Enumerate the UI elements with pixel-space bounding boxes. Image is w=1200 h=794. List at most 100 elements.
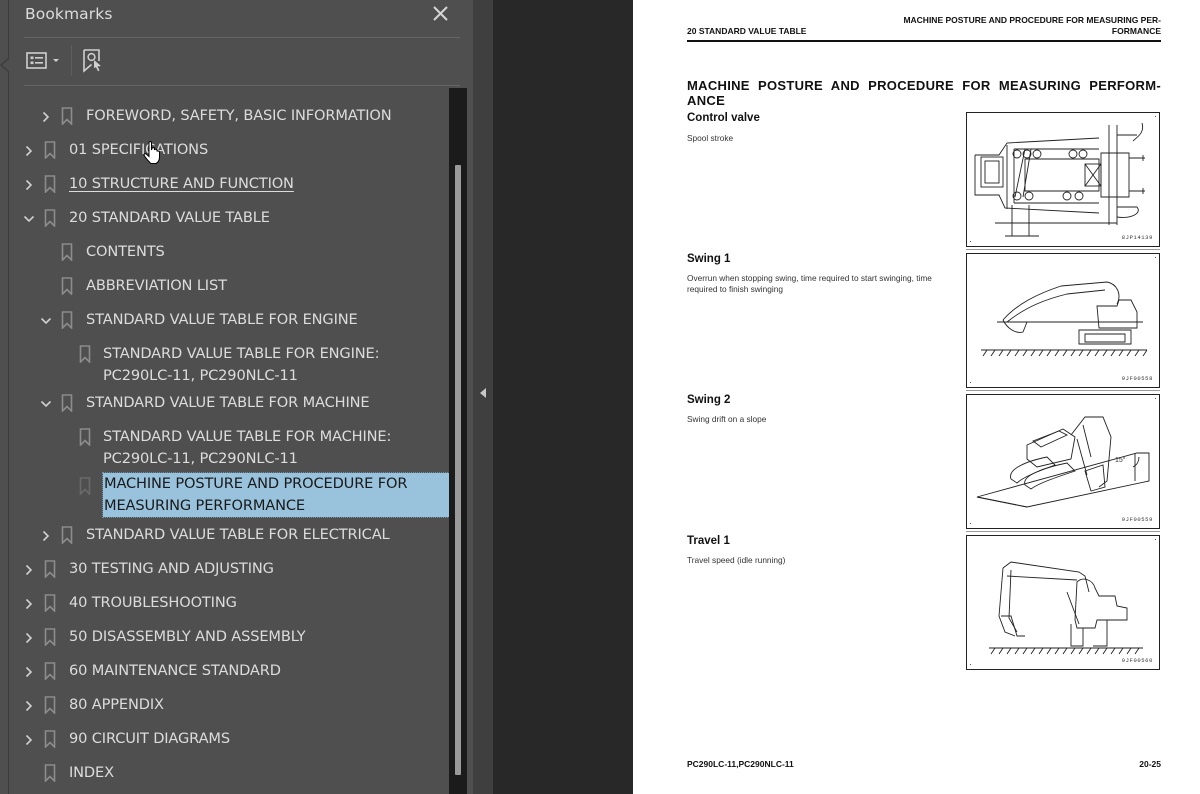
- document-title-line2: ANCE: [687, 93, 726, 108]
- chevron-right-icon[interactable]: [23, 734, 35, 746]
- figure-rule: [966, 249, 1160, 250]
- chevron-down-icon[interactable]: [23, 213, 35, 225]
- chevron-down-icon[interactable]: [40, 315, 52, 327]
- bookmark-item[interactable]: STANDARD VALUE TABLE FOR ENGINE: PC290LC…: [9, 343, 449, 392]
- find-current-bookmark-button[interactable]: [82, 48, 106, 74]
- bookmark-label: STANDARD VALUE TABLE FOR MACHINE: [86, 394, 370, 411]
- bookmark-icon: [79, 477, 91, 495]
- bookmark-icon: [61, 311, 73, 329]
- bookmark-item[interactable]: STANDARD VALUE TABLE FOR MACHINE: PC290L…: [9, 426, 449, 475]
- figure-code: 9JF00560: [1121, 657, 1153, 664]
- header-rule: [687, 40, 1161, 42]
- figure-marker: [1155, 539, 1156, 540]
- panel-notch-inner: [2, 59, 9, 71]
- figure-marker: [1155, 116, 1156, 117]
- bookmark-icon: [44, 696, 56, 714]
- bookmark-item[interactable]: 80 APPENDIX: [9, 694, 449, 728]
- toolbar-divider: [24, 85, 460, 86]
- collapse-arrow-icon: [480, 388, 486, 398]
- toolbar-separator: [71, 45, 72, 76]
- bookmark-label: 80 APPENDIX: [69, 696, 164, 713]
- bookmark-item[interactable]: 01 SPECIFICATIONS: [9, 139, 449, 173]
- bookmark-item[interactable]: 90 CIRCUIT DIAGRAMS: [9, 728, 449, 762]
- chevron-right-icon[interactable]: [40, 530, 52, 542]
- bookmark-label: STANDARD VALUE TABLE FOR MACHINE: PC290L…: [103, 428, 392, 467]
- bookmark-icon: [61, 394, 73, 412]
- bookmark-label: STANDARD VALUE TABLE FOR ENGINE: PC290LC…: [103, 345, 380, 384]
- bookmark-icon: [44, 209, 56, 227]
- travel1-figure: 9JF00560: [966, 535, 1160, 670]
- bookmark-item[interactable]: MACHINE POSTURE AND PROCEDURE FOR MEASUR…: [9, 472, 449, 524]
- bookmark-icon: [61, 107, 73, 125]
- chevron-right-icon[interactable]: [23, 179, 35, 191]
- panel-title: Bookmarks: [25, 5, 113, 23]
- bookmark-label: ABBREVIATION LIST: [86, 277, 227, 294]
- bookmark-icon: [61, 243, 73, 261]
- page-header-section: 20 STANDARD VALUE TABLE: [687, 26, 807, 36]
- chevron-right-icon[interactable]: [23, 632, 35, 644]
- bookmark-item[interactable]: CONTENTS: [9, 241, 449, 275]
- bookmark-item[interactable]: ABBREVIATION LIST: [9, 275, 449, 309]
- bookmark-item[interactable]: FOREWORD, SAFETY, BASIC INFORMATION: [9, 105, 449, 139]
- chevron-right-icon[interactable]: [23, 666, 35, 678]
- excavator-swing-diagram: [981, 281, 1148, 357]
- excavator-travel-diagram: [989, 561, 1143, 655]
- panel-divider: [24, 37, 460, 38]
- chevron-right-icon[interactable]: [23, 564, 35, 576]
- figure-marker: [1155, 257, 1156, 258]
- bookmark-item[interactable]: STANDARD VALUE TABLE FOR ENGINE: [9, 309, 449, 343]
- swing1-figure: 9JF00558: [966, 253, 1160, 388]
- bookmark-item[interactable]: INDEX: [9, 762, 449, 794]
- bookmark-icon: [44, 560, 56, 578]
- bookmark-item[interactable]: 10 STRUCTURE AND FUNCTION: [9, 173, 449, 207]
- section-title: Travel 1: [687, 535, 730, 547]
- figure-marker: [970, 241, 971, 242]
- dropdown-caret-icon: [53, 59, 59, 62]
- find-current-bookmark-icon: [83, 49, 101, 73]
- bookmark-icon: [61, 277, 73, 295]
- bookmark-icon: [44, 175, 56, 193]
- bookmark-label: 50 DISASSEMBLY AND ASSEMBLY: [69, 628, 306, 645]
- bookmark-item[interactable]: 20 STANDARD VALUE TABLE: [9, 207, 449, 241]
- swing2-figure: 15° 9JF00559: [966, 394, 1160, 529]
- bookmark-item[interactable]: 30 TESTING AND ADJUSTING: [9, 558, 449, 592]
- bookmark-label: STANDARD VALUE TABLE FOR ENGINE: [86, 311, 358, 328]
- bookmark-icon: [44, 730, 56, 748]
- page-header-title-line2: FORMANCE: [1111, 26, 1161, 36]
- bookmark-item[interactable]: STANDARD VALUE TABLE FOR MACHINE: [9, 392, 449, 426]
- figure-rule: [966, 390, 1160, 391]
- chevron-right-icon[interactable]: [40, 111, 52, 123]
- figure-marker: [970, 523, 971, 524]
- bookmark-icon: [79, 428, 91, 446]
- document-page: 20 STANDARD VALUE TABLE MACHINE POSTURE …: [633, 0, 1200, 794]
- document-title: MACHINE POSTURE AND PROCEDURE FOR MEASUR…: [687, 78, 1161, 108]
- figure-marker: [970, 382, 971, 383]
- excavator-slope-diagram: [976, 416, 1150, 508]
- chevron-down-icon[interactable]: [40, 398, 52, 410]
- bookmark-item[interactable]: 60 MAINTENANCE STANDARD: [9, 660, 449, 694]
- figure-code: 9JF00558: [1121, 375, 1153, 382]
- bookmark-item[interactable]: 50 DISASSEMBLY AND ASSEMBLY: [9, 626, 449, 660]
- section-title: Control valve: [687, 112, 760, 124]
- section-title: Swing 1: [687, 253, 731, 265]
- section-title: Swing 2: [687, 394, 731, 406]
- chevron-right-icon[interactable]: [23, 598, 35, 610]
- close-panel-button[interactable]: [431, 4, 451, 24]
- chevron-right-icon[interactable]: [23, 700, 35, 712]
- bookmarks-scrollbar-thumb[interactable]: [455, 165, 461, 775]
- bookmark-item[interactable]: 40 TROUBLESHOOTING: [9, 592, 449, 626]
- bookmark-options-button[interactable]: [24, 49, 64, 73]
- bookmark-icon: [44, 628, 56, 646]
- bookmark-label: INDEX: [69, 764, 114, 781]
- chevron-right-icon[interactable]: [23, 145, 35, 157]
- page-footer-model: PC290LC-11,PC290NLC-11: [687, 759, 794, 769]
- figure-rule: [966, 531, 1160, 532]
- control-valve-diagram: [974, 122, 1145, 237]
- bookmark-label: 10 STRUCTURE AND FUNCTION: [69, 175, 294, 192]
- bookmark-label: 01 SPECIFICATIONS: [69, 141, 209, 158]
- collapse-panel-button[interactable]: [473, 0, 493, 794]
- document-title-line1: MACHINE POSTURE AND PROCEDURE FOR MEASUR…: [687, 78, 1161, 93]
- bookmark-icon: [44, 141, 56, 159]
- page-number: 20-25: [1139, 759, 1161, 769]
- bookmark-item[interactable]: STANDARD VALUE TABLE FOR ELECTRICAL: [9, 524, 449, 558]
